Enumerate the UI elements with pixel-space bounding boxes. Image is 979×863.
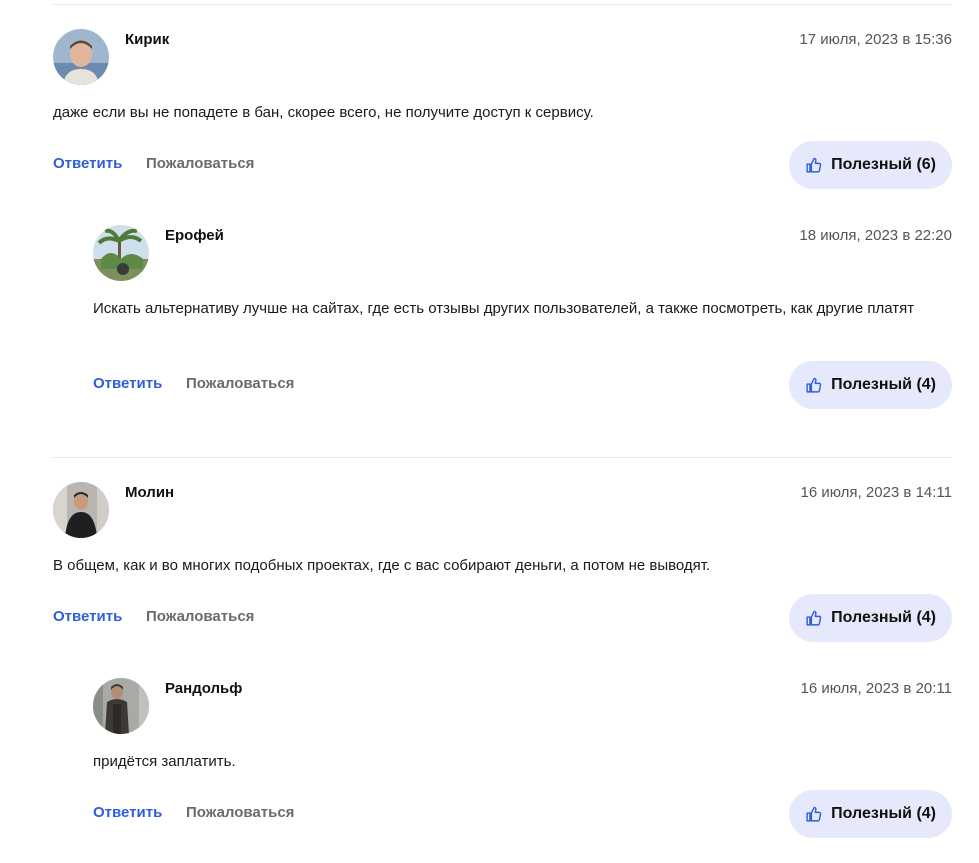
comment-author[interactable]: Рандольф: [165, 680, 242, 698]
thumbs-up-icon: [806, 377, 822, 393]
avatar-image: [53, 482, 109, 538]
comment-date: 16 июля, 2023 в 20:11: [800, 680, 952, 697]
comment: Молин 16 июля, 2023 в 14:11 В общем, как…: [53, 482, 952, 642]
thumbs-up-icon: [806, 806, 822, 822]
helpful-label: Полезный (4): [831, 805, 936, 822]
avatar-image: [93, 225, 149, 281]
report-button[interactable]: Пожаловаться: [146, 608, 254, 626]
comment-actions: Ответить Пожаловаться Полезный (4): [53, 594, 952, 642]
comments-section: Кирик 17 июля, 2023 в 15:36 даже если вы…: [0, 0, 979, 863]
comment-date: 16 июля, 2023 в 14:11: [800, 484, 952, 501]
avatar[interactable]: [93, 678, 149, 734]
comment-text: придётся заплатить.: [93, 753, 236, 770]
comment-reply: Рандольф 16 июля, 2023 в 20:11 придётся …: [93, 678, 952, 838]
reply-button[interactable]: Ответить: [53, 155, 122, 173]
thumbs-up-icon: [806, 157, 822, 173]
comment-text: даже если вы не попадете в бан, скорее в…: [53, 104, 594, 121]
thumbs-up-icon: [806, 610, 822, 626]
helpful-label: Полезный (6): [831, 156, 936, 173]
helpful-label: Полезный (4): [831, 376, 936, 393]
reply-button[interactable]: Ответить: [53, 608, 122, 626]
comment-author[interactable]: Кирик: [125, 31, 169, 49]
comment-actions: Ответить Пожаловаться Полезный (4): [93, 790, 952, 838]
comment-author[interactable]: Ерофей: [165, 227, 224, 245]
helpful-button[interactable]: Полезный (6): [789, 141, 952, 189]
report-button[interactable]: Пожаловаться: [186, 804, 294, 822]
avatar-image: [53, 29, 109, 85]
helpful-label: Полезный (4): [831, 609, 936, 626]
divider: [53, 457, 952, 458]
report-button[interactable]: Пожаловаться: [146, 155, 254, 173]
helpful-button[interactable]: Полезный (4): [789, 361, 952, 409]
report-button[interactable]: Пожаловаться: [186, 375, 294, 393]
comment-actions: Ответить Пожаловаться Полезный (6): [53, 141, 952, 189]
comment-author[interactable]: Молин: [125, 484, 174, 502]
comment-actions: Ответить Пожаловаться Полезный (4): [93, 361, 952, 409]
avatar[interactable]: [93, 225, 149, 281]
comment-date: 17 июля, 2023 в 15:36: [799, 31, 952, 48]
comment-text: Искать альтернативу лучше на сайтах, где…: [93, 300, 915, 317]
divider: [53, 4, 952, 5]
comment-text: В общем, как и во многих подобных проект…: [53, 557, 711, 574]
avatar[interactable]: [53, 29, 109, 85]
reply-button[interactable]: Ответить: [93, 804, 162, 822]
comment-date: 18 июля, 2023 в 22:20: [799, 227, 952, 244]
helpful-button[interactable]: Полезный (4): [789, 594, 952, 642]
helpful-button[interactable]: Полезный (4): [789, 790, 952, 838]
avatar-image: [93, 678, 149, 734]
avatar[interactable]: [53, 482, 109, 538]
comment-reply: Ерофей 18 июля, 2023 в 22:20 Искать альт…: [93, 225, 952, 409]
reply-button[interactable]: Ответить: [93, 375, 162, 393]
comment: Кирик 17 июля, 2023 в 15:36 даже если вы…: [53, 29, 952, 189]
